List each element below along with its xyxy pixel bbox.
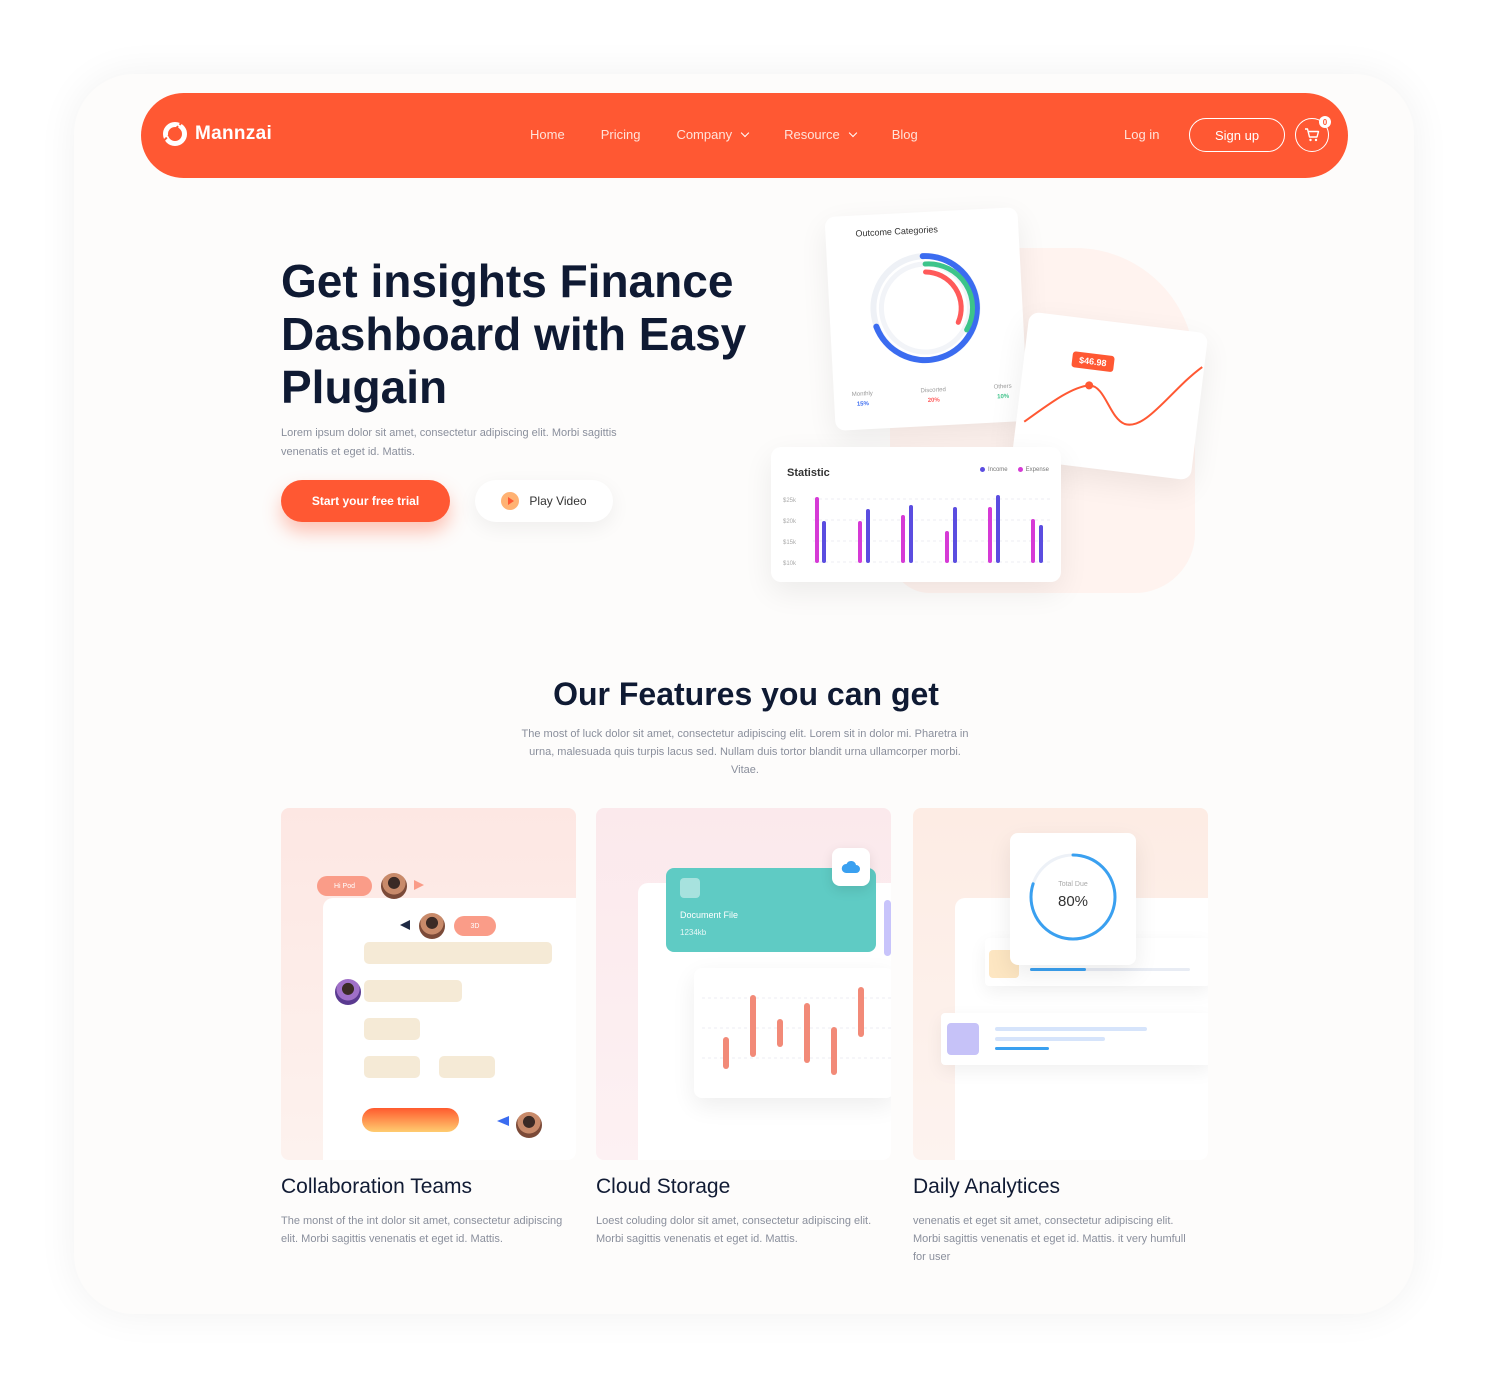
chevron-down-icon [740, 128, 750, 138]
feature-card-collaboration: Hi Pod 3D [281, 808, 576, 1160]
brand-logo[interactable]: Mannzai [163, 122, 272, 146]
play-video-label: Play Video [529, 494, 587, 508]
brand-name: Mannzai [195, 123, 273, 144]
legend-value: 10% [997, 393, 1010, 401]
feature-name: Cloud Storage [596, 1175, 731, 1198]
cloud-upload-button [832, 848, 870, 886]
gauge-label: Total Due [1058, 881, 1088, 888]
message-bubble [364, 980, 462, 1002]
avatar [335, 979, 361, 1005]
candle-chart [702, 987, 891, 1075]
statistic-card: Statistic Income Expense $25k $20k $15k … [771, 447, 1061, 582]
feature-desc: The monst of the int dolor sit amet, con… [281, 1215, 563, 1245]
hero-subtitle: Lorem ipsum dolor sit amet, consectetur … [281, 427, 617, 458]
analytics-row [941, 1013, 1208, 1065]
legend-value: 15% [856, 401, 870, 408]
nav-link-blog[interactable]: Blog [892, 127, 918, 142]
statistic-bar-chart [813, 495, 1051, 563]
top-navbar: Mannzai Home Pricing Company Resource Bl… [141, 93, 1348, 178]
nav-link-pricing[interactable]: Pricing [601, 127, 641, 142]
trend-point [1085, 381, 1094, 390]
document-icon [680, 878, 700, 898]
legend-item-others: Others 10% [994, 384, 1013, 401]
nav-link-label: Home [530, 127, 565, 142]
chat-tag: 3D [454, 916, 496, 936]
nav-link-label: Resource [784, 127, 840, 142]
play-video-button[interactable]: Play Video [475, 480, 613, 522]
signup-button[interactable]: Sign up [1189, 118, 1285, 152]
gradient-button [362, 1108, 459, 1132]
nav-link-resource[interactable]: Resource [784, 127, 857, 142]
outcome-categories-card: Outcome Categories Monthly 15% Discorted 2… [824, 207, 1029, 431]
message-bubble [364, 942, 552, 964]
legend-label: Monthly [851, 390, 874, 399]
nav-link-label: Pricing [600, 127, 641, 142]
total-due-gauge-card: Total Due 80% [1010, 833, 1136, 965]
trend-line [1023, 366, 1203, 426]
login-link[interactable]: Log in [1124, 127, 1159, 142]
feature-name: Daily Analytices [913, 1175, 1061, 1198]
legend-item-discorted: Discorted 20% [920, 387, 946, 404]
send-icon [400, 920, 410, 930]
send-icon [414, 880, 424, 890]
legend-label: Others [993, 383, 1012, 391]
feature-name: Collaboration Teams [281, 1175, 473, 1198]
feature-card-cloud-storage: Document File 1234kb [596, 808, 891, 1160]
play-icon [501, 492, 520, 510]
feature-card-daily-analytics: Total Due 80% [913, 808, 1208, 1160]
send-icon [497, 1116, 509, 1126]
hero-title: Get insights Finance Dashboard with Easy… [281, 255, 747, 413]
candle-chart-card [694, 968, 891, 1098]
nav-link-home[interactable]: Home [530, 127, 565, 142]
cart-button[interactable]: 0 [1295, 116, 1331, 152]
cart-icon [1305, 128, 1320, 142]
avatar [516, 1112, 542, 1138]
logo-icon [163, 122, 187, 146]
gauge-value: 80% [1057, 893, 1089, 910]
feature-desc: Loest coluding dolor sit amet, consectet… [596, 1215, 872, 1245]
avatar [419, 913, 445, 939]
nav-link-label: Company [676, 127, 733, 142]
message-bubble [439, 1056, 495, 1078]
purple-strip [884, 900, 891, 956]
file-icon [947, 1023, 979, 1055]
cart-count-badge: 0 [1319, 116, 1331, 128]
chevron-down-icon [848, 128, 857, 138]
chat-tag: Hi Pod [317, 876, 372, 896]
nav-link-company[interactable]: Company [676, 127, 750, 142]
features-title: Our Features you can get [553, 676, 939, 712]
nav-links: Home Pricing Company Resource Blog [530, 127, 954, 142]
features-subtitle: The most of luck dolor sit amet, consect… [521, 728, 969, 776]
message-bubble [364, 1056, 420, 1078]
cloud-icon [841, 860, 860, 873]
document-title: Document File [680, 910, 739, 920]
feature-desc: venenatis et eget sit amet, consectetur … [913, 1215, 1186, 1263]
start-trial-button[interactable]: Start your free trial [281, 480, 450, 522]
avatar [381, 873, 407, 899]
legend-item-monthly: Monthly 15% [852, 391, 874, 408]
message-bubble [364, 1018, 420, 1040]
legend-label: Discorted [920, 387, 947, 395]
nav-link-label: Blog [891, 127, 918, 142]
document-size: 1234kb [680, 928, 707, 937]
